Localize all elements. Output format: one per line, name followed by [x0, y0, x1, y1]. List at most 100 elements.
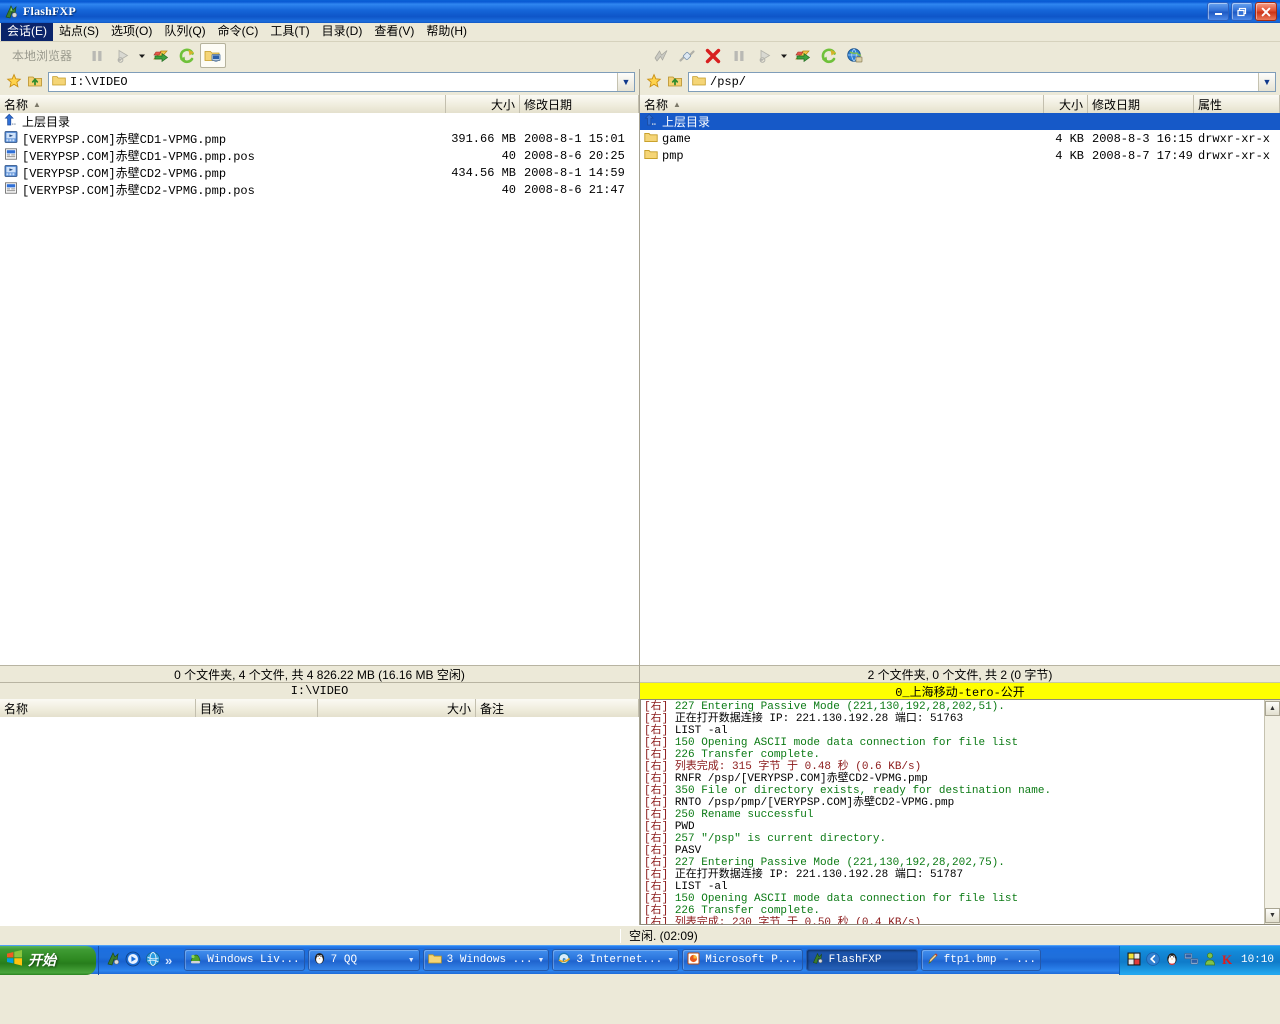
transfer-go-icon[interactable]: GO — [752, 43, 778, 68]
quicklaunch-more-icon[interactable]: » — [165, 953, 172, 968]
stop-icon[interactable] — [700, 43, 726, 68]
ql-browser-icon[interactable] — [145, 951, 161, 970]
list-item-label: 上层目录 — [22, 115, 71, 129]
statusbar-left — [0, 926, 620, 946]
scroll-down-icon[interactable]: ▼ — [1265, 908, 1280, 923]
log-line: [右] RNFR /psp/[VERYPSP.COM]赤壁CD2-VPMG.pm… — [644, 773, 928, 785]
taskbar-clock[interactable]: 10:10 — [1241, 954, 1274, 966]
queue-panel: 名称 目标 大小 备注 — [0, 699, 640, 925]
queue-col-size[interactable]: 大小 — [318, 699, 476, 717]
task-label: 3 Windows ... — [446, 954, 533, 966]
queue-col-notes[interactable]: 备注 — [476, 699, 639, 717]
menu-options[interactable]: 选项(O) — [105, 23, 158, 41]
menu-tools[interactable]: 工具(T) — [264, 23, 315, 41]
remote-path-input[interactable]: /psp/ ▼ — [688, 72, 1276, 92]
scrollbar-track[interactable] — [1265, 716, 1280, 908]
window-titlebar[interactable]: FlashFXP — [0, 0, 1280, 23]
globe-icon[interactable] — [842, 43, 868, 68]
refresh-icon[interactable] — [816, 43, 842, 68]
refresh-icon[interactable] — [174, 43, 200, 68]
pause-icon[interactable] — [726, 43, 752, 68]
list-item[interactable]: [VERYPSP.COM]赤壁CD1-VPMG.pmp.pos 40 2008-… — [0, 147, 639, 164]
up-folder-icon[interactable] — [27, 73, 43, 92]
star-icon[interactable] — [646, 72, 662, 92]
col-name[interactable]: 名称 ▲ — [0, 95, 446, 113]
chevron-down-icon[interactable]: ▼ — [1258, 73, 1275, 91]
menu-sites[interactable]: 站点(S) — [53, 23, 105, 41]
connect-icon[interactable] — [648, 43, 674, 68]
start-button[interactable]: 开始 — [0, 945, 96, 975]
menu-help[interactable]: 帮助(H) — [420, 23, 473, 41]
chevron-down-icon[interactable]: ▼ — [537, 957, 544, 964]
tray-expand-icon[interactable] — [1146, 951, 1160, 969]
tray-msn-icon[interactable] — [1127, 952, 1141, 969]
chevron-down-icon[interactable]: ▼ — [617, 73, 634, 91]
chevron-down-icon[interactable]: ▼ — [408, 957, 415, 964]
list-item[interactable]: [VERYPSP.COM]赤壁CD1-VPMG.pmp 391.66 MB 20… — [0, 130, 639, 147]
taskbar: 开始 » Windows Liv... 7 QQ ▼ 3 Windows ...… — [0, 945, 1280, 975]
local-status-path: I:\VIDEO — [0, 682, 639, 699]
browser-panes: I:\VIDEO ▼ 名称 ▲ 大小 修改日期 上层目录 [VERYPSP.CO… — [0, 69, 1280, 700]
menu-commands[interactable]: 命令(C) — [212, 23, 265, 41]
queue-col-name[interactable]: 名称 — [0, 699, 196, 717]
task-button[interactable]: Windows Liv... — [184, 949, 305, 971]
menu-session[interactable]: 会话(E) — [1, 23, 53, 41]
col-name[interactable]: 名称 ▲ — [640, 95, 1044, 113]
transfer-go-icon[interactable]: GO — [110, 43, 136, 68]
close-button[interactable] — [1255, 2, 1277, 21]
maximize-button[interactable] — [1231, 2, 1253, 21]
task-button[interactable]: ftp1.bmp - ... — [920, 949, 1042, 971]
task-button[interactable]: 7 QQ ▼ — [307, 949, 420, 971]
transfer-queue-icon[interactable] — [148, 43, 174, 68]
list-item[interactable]: [VERYPSP.COM]赤壁CD2-VPMG.pmp.pos 40 2008-… — [0, 181, 639, 198]
sort-asc-icon: ▲ — [673, 99, 681, 109]
ql-media-player-icon[interactable] — [125, 951, 141, 970]
log-output[interactable]: [右] 227 Entering Passive Mode (221,130,1… — [641, 700, 1264, 924]
up-folder-icon[interactable] — [667, 73, 683, 92]
tray-network-icon[interactable] — [1184, 952, 1199, 969]
list-item-date: 2008-8-1 14:59 — [524, 165, 625, 180]
list-item-date: 2008-8-6 20:25 — [524, 148, 625, 163]
list-item[interactable]: game 4 KB 2008-8-3 16:15 drwxr-xr-x — [640, 130, 1280, 147]
list-item[interactable]: 上层目录 — [0, 113, 639, 130]
list-item[interactable]: pmp 4 KB 2008-8-7 17:49 drwxr-xr-x — [640, 147, 1280, 164]
flashfxp-icon[interactable] — [3, 4, 19, 20]
pause-icon[interactable] — [84, 43, 110, 68]
col-size[interactable]: 大小 — [1044, 95, 1088, 113]
star-icon[interactable] — [6, 72, 22, 92]
col-moddate[interactable]: 修改日期 — [1088, 95, 1194, 113]
tray-user-icon[interactable] — [1204, 952, 1216, 969]
task-button[interactable]: e 3 Internet... ▼ — [552, 949, 680, 971]
chevron-down-icon[interactable] — [136, 43, 148, 68]
menu-view[interactable]: 查看(V) — [368, 23, 420, 41]
disconnect-icon[interactable] — [674, 43, 700, 68]
log-scrollbar[interactable]: ▲ ▼ — [1264, 700, 1280, 924]
transfer-queue-icon[interactable] — [790, 43, 816, 68]
task-button-active[interactable]: FlashFXP — [805, 949, 918, 971]
local-file-list[interactable]: 上层目录 [VERYPSP.COM]赤壁CD1-VPMG.pmp 391.66 … — [0, 113, 639, 665]
tray-qq-icon[interactable] — [1165, 952, 1179, 969]
queue-col-target[interactable]: 目标 — [196, 699, 318, 717]
remote-file-list[interactable]: 上层目录 game 4 KB 2008-8-3 16:15 drwxr-xr-x… — [640, 113, 1280, 665]
local-list-header: 名称 ▲ 大小 修改日期 — [0, 95, 639, 113]
list-item[interactable]: [VERYPSP.COM]赤壁CD2-VPMG.pmp 434.56 MB 20… — [0, 164, 639, 181]
scroll-up-icon[interactable]: ▲ — [1265, 701, 1280, 716]
tray-kaspersky-icon[interactable]: K — [1221, 952, 1233, 969]
log-line: [右] 150 Opening ASCII mode data connecti… — [644, 893, 1019, 905]
col-attributes[interactable]: 属性 — [1194, 95, 1280, 113]
menu-queue[interactable]: 队列(Q) — [158, 23, 211, 41]
minimize-button[interactable] — [1207, 2, 1229, 21]
queue-list[interactable] — [0, 717, 639, 925]
col-size[interactable]: 大小 — [446, 95, 520, 113]
chevron-down-icon[interactable]: ▼ — [667, 957, 674, 964]
task-button[interactable]: 3 Windows ... ▼ — [422, 949, 550, 971]
local-path-input[interactable]: I:\VIDEO ▼ — [48, 72, 635, 92]
local-browser-icon[interactable] — [200, 43, 227, 68]
menu-directory[interactable]: 目录(D) — [316, 23, 369, 41]
window-title: FlashFXP — [23, 4, 76, 18]
chevron-down-icon[interactable] — [778, 43, 790, 68]
list-item[interactable]: 上层目录 — [640, 113, 1280, 130]
task-button[interactable]: Microsoft P... — [682, 949, 803, 971]
ql-flashfxp-icon[interactable] — [105, 951, 121, 970]
col-moddate[interactable]: 修改日期 — [520, 95, 639, 113]
